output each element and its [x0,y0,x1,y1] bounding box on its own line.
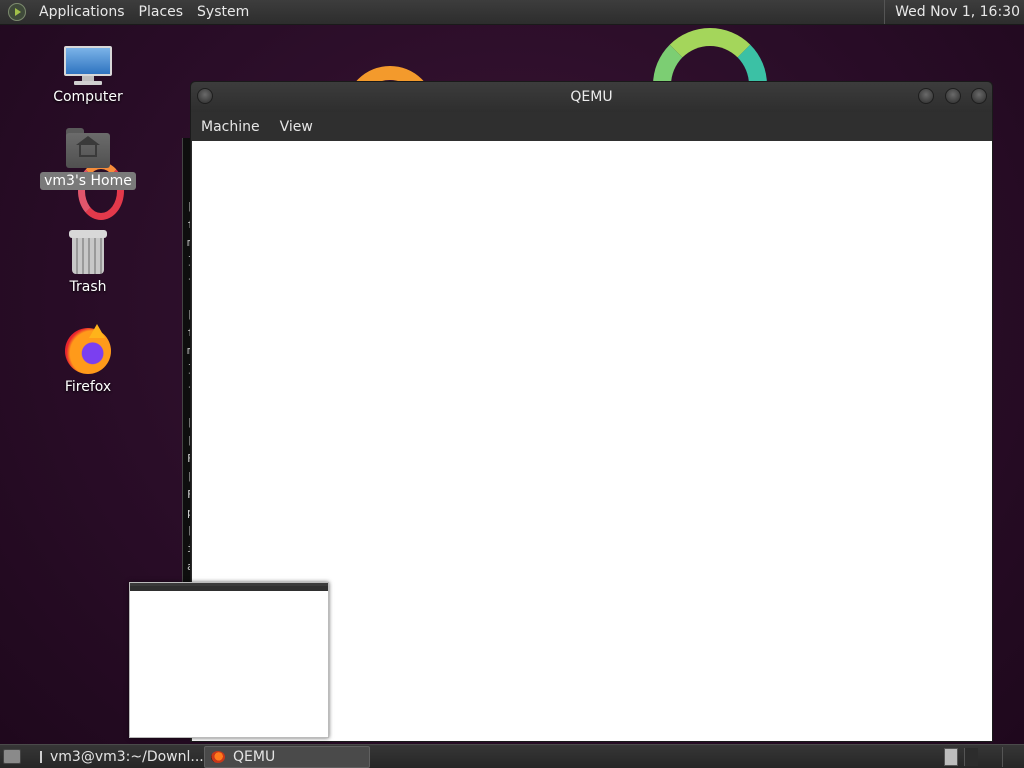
workspace-switcher-2[interactable] [964,748,978,766]
taskbar-item-qemu[interactable]: QEMU [204,746,370,768]
desktop-icon-trash[interactable]: Trash [38,230,138,296]
menu-machine[interactable]: Machine [191,119,270,135]
qemu-menubar: Machine View [191,112,992,141]
close-button[interactable] [971,88,987,104]
computer-icon [64,46,112,85]
bottom-panel: vm3@vm3:~/Downl... QEMU [0,744,1024,768]
places-menu[interactable]: Places [132,4,191,20]
workspace-switcher-1[interactable] [944,748,958,766]
menu-view[interactable]: View [270,119,323,135]
window-titlebar[interactable]: QEMU [191,82,992,112]
desktop-icon-label: Trash [69,279,107,295]
desktop-icon-label: Firefox [64,379,112,395]
main-menu-icon[interactable] [8,3,26,21]
system-menu[interactable]: System [190,4,256,20]
applications-menu[interactable]: Applications [32,4,132,20]
window-title: QEMU [570,89,613,105]
taskbar-item-terminal[interactable]: vm3@vm3:~/Downl... [34,746,204,768]
top-panel: Applications Places System Wed Nov 1, 16… [0,0,1024,25]
qemu-icon [211,751,225,763]
taskbar-item-label: vm3@vm3:~/Downl... [50,749,204,765]
show-desktop-icon[interactable] [3,749,21,764]
desktop-icon-computer[interactable]: Computer [38,46,138,106]
preview-menubar [130,586,328,591]
terminal-icon [40,751,42,763]
window-menu-button[interactable] [197,88,213,104]
desktop-icon-label: Computer [53,89,123,105]
desktop-icon-label: vm3's Home [40,172,136,190]
home-folder-icon [66,128,110,168]
taskbar-item-label: QEMU [233,749,276,765]
panel-clock[interactable]: Wed Nov 1, 16:30 [884,0,1020,24]
panel-trash-applet[interactable] [1002,747,1020,767]
desktop-icon-firefox[interactable]: Firefox [38,324,138,396]
window-preview-thumbnail[interactable] [129,582,329,738]
desktop-icon-home[interactable]: vm3's Home [38,128,138,190]
maximize-button[interactable] [945,88,961,104]
minimize-button[interactable] [918,88,934,104]
firefox-icon [65,324,111,374]
trash-icon [69,230,107,274]
